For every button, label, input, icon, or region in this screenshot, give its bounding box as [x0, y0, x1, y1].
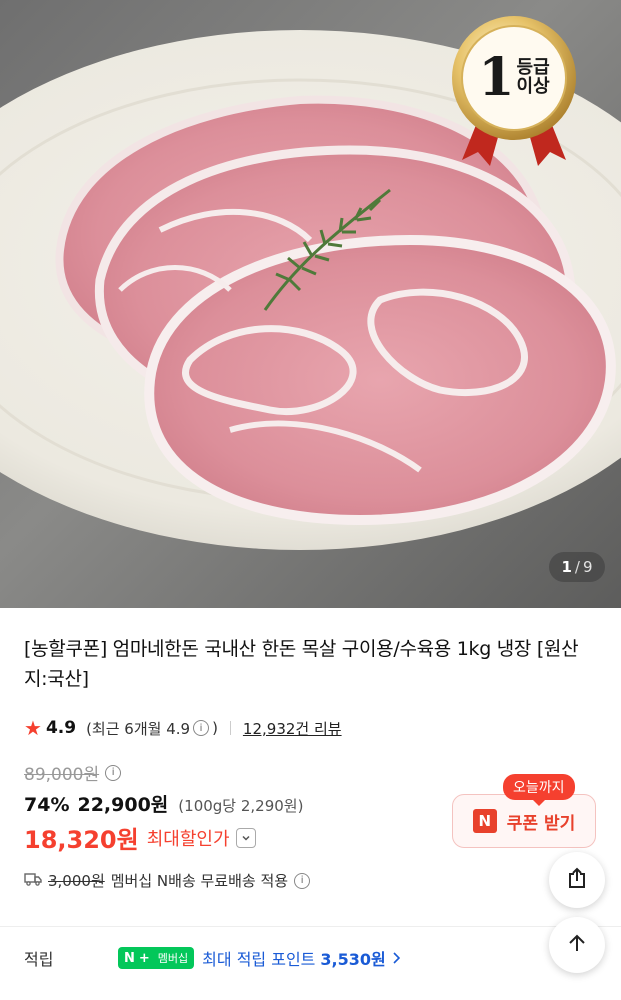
grade-badge-text: 1 등급 이상 [470, 42, 558, 114]
chevron-down-icon[interactable] [235, 827, 256, 848]
coupon-button-label: 쿠폰 받기 [506, 813, 576, 834]
product-image-carousel[interactable]: 1 등급 이상 1 / 9 [0, 0, 621, 608]
product-title: [농할쿠폰] 엄마네한돈 국내산 한돈 목살 구이용/수육용 1kg 냉장 [원… [24, 638, 579, 690]
discount-rate: 74% [24, 794, 70, 816]
badge-membership-text: 멤버십 [155, 947, 195, 969]
max-discount-label: 최대할인가 [146, 828, 230, 850]
grade-number: 1 [478, 47, 515, 108]
max-discount-price: 18,320원 [24, 826, 139, 854]
original-price-row: 89,000원 i [24, 760, 124, 785]
star-icon: ★ [24, 716, 42, 740]
info-icon[interactable]: i [294, 872, 311, 889]
naver-n-icon: N [472, 809, 497, 833]
scroll-top-button[interactable] [549, 917, 605, 973]
info-icon[interactable]: i [105, 764, 122, 781]
truck-icon [24, 872, 42, 890]
chevron-right-icon [392, 949, 400, 968]
counter-current: 1 [561, 558, 572, 576]
max-discount-row: 18,320원 최대할인가 [24, 820, 256, 855]
original-price: 89,000원 [24, 765, 100, 785]
grade-line2: 이상 [516, 76, 550, 97]
rating-recent-close: ) [212, 719, 218, 737]
badge-plus: + [138, 950, 150, 966]
image-counter: 1 / 9 [549, 552, 605, 582]
rating-row: ★ 4.9 (최근 6개월 4.9 i ) 12,932건 리뷰 [24, 714, 342, 742]
shipping-row: 3,000원 멤버십 N배송 무료배송 적용 i [24, 870, 313, 891]
coupon-button[interactable]: N 쿠폰 받기 [452, 794, 596, 848]
naver-plus-membership-badge: N + 멤버십 [118, 947, 195, 969]
unit-price: (100g당 2,290원) [178, 797, 304, 815]
share-button[interactable] [549, 852, 605, 908]
coupon-deadline-badge: 오늘까지 [503, 774, 575, 806]
points-row[interactable]: 적립 N + 멤버십 최대 적립 포인트 3,530원 [24, 946, 400, 970]
counter-separator: / [574, 558, 580, 576]
arrow-up-icon [565, 931, 589, 959]
points-label: 적립 [24, 950, 54, 969]
shipping-text: 멤버십 N배송 무료배송 적용 [110, 872, 289, 890]
sale-price: 22,900원 [77, 794, 169, 816]
points-text: 최대 적립 포인트 [202, 950, 316, 969]
shipping-fee: 3,000원 [48, 872, 105, 890]
badge-n: N [124, 950, 135, 966]
info-icon[interactable]: i [193, 720, 210, 736]
counter-total: 9 [582, 558, 593, 576]
share-icon [564, 865, 590, 895]
divider [229, 721, 231, 735]
sale-price-row: 74% 22,900원 (100g당 2,290원) [24, 790, 303, 817]
rating-recent: (최근 6개월 4.9 [86, 719, 191, 738]
points-amount: 3,530원 [320, 950, 386, 969]
review-count-link[interactable]: 12,932건 리뷰 [243, 718, 342, 739]
rating-score: 4.9 [45, 718, 77, 738]
divider-line [0, 926, 621, 927]
